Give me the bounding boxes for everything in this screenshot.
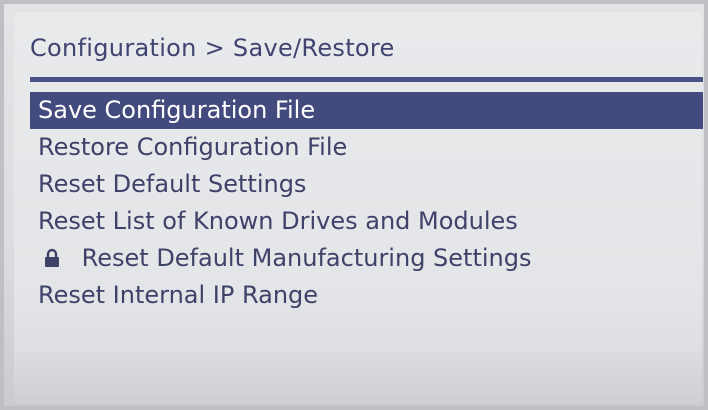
menu-item-save-configuration-file[interactable]: Save Configuration File <box>30 92 703 129</box>
menu-item-restore-configuration-file[interactable]: Restore Configuration File <box>30 129 703 166</box>
menu-item-label: Reset List of Known Drives and Modules <box>38 207 518 235</box>
menu-item-reset-default-manufacturing-settings[interactable]: Reset Default Manufacturing Settings <box>30 240 703 277</box>
lock-icon <box>44 248 60 268</box>
menu-item-label: Save Configuration File <box>38 96 316 124</box>
menu-item-reset-internal-ip-range[interactable]: Reset Internal IP Range <box>30 277 703 314</box>
device-frame: Configuration > Save/Restore Save Config… <box>0 0 708 410</box>
screen-shade <box>14 344 702 404</box>
header-divider <box>30 77 703 82</box>
menu-item-label: Reset Default Settings <box>38 170 307 198</box>
breadcrumb: Configuration > Save/Restore <box>30 34 395 62</box>
menu-item-reset-known-drives-and-modules[interactable]: Reset List of Known Drives and Modules <box>30 203 703 240</box>
menu-list: Save Configuration File Restore Configur… <box>30 92 703 314</box>
menu-item-label: Reset Default Manufacturing Settings <box>81 244 532 272</box>
lcd-screen: Configuration > Save/Restore Save Config… <box>14 12 703 404</box>
menu-item-label: Reset Internal IP Range <box>38 281 319 309</box>
menu-item-reset-default-settings[interactable]: Reset Default Settings <box>30 166 703 203</box>
menu-item-label: Restore Configuration File <box>38 133 348 161</box>
